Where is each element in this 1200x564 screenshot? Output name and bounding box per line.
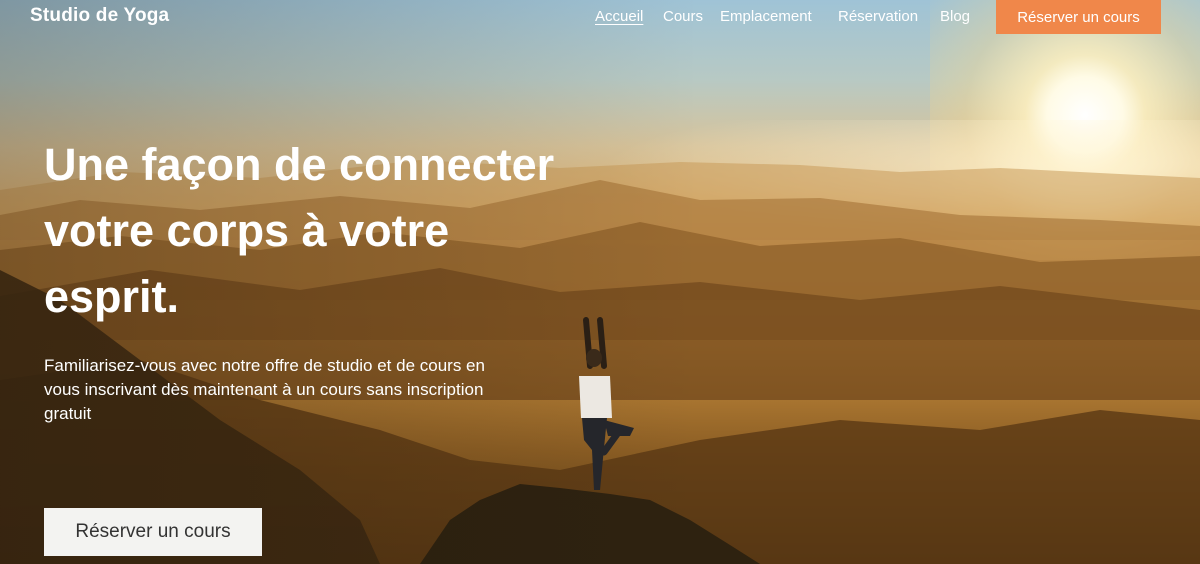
- nav-link-emplacement[interactable]: Emplacement: [720, 8, 812, 25]
- nav-link-blog[interactable]: Blog: [940, 8, 970, 25]
- nav-link-accueil[interactable]: Accueil: [595, 8, 643, 25]
- hero-book-class-button[interactable]: Réserver un cours: [44, 508, 262, 556]
- top-navbar: Studio de Yoga Accueil Cours Emplacement…: [0, 0, 1200, 34]
- brand-logo[interactable]: Studio de Yoga: [30, 5, 169, 27]
- nav-link-cours[interactable]: Cours: [663, 8, 703, 25]
- nav-book-class-button[interactable]: Réserver un cours: [996, 0, 1161, 34]
- hero-subtext: Familiarisez-vous avec notre offre de st…: [44, 356, 485, 423]
- hero-headline: Une façon de connecter votre corps à vot…: [44, 139, 555, 322]
- yoga-figure-silhouette: [579, 317, 634, 490]
- nav-link-reservation[interactable]: Réservation: [838, 8, 918, 25]
